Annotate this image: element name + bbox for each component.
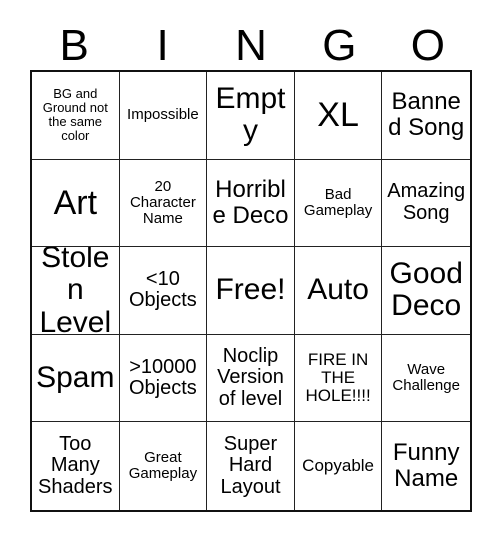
bingo-cell[interactable]: Great Gameplay <box>119 422 208 510</box>
bingo-cell-label: >10000 Objects <box>128 355 197 400</box>
bingo-cell[interactable]: Art <box>32 159 120 248</box>
bingo-cell[interactable]: Empty <box>207 72 295 160</box>
bingo-cell-label: XL <box>317 95 359 134</box>
bingo-cell[interactable]: Too Many Shaders <box>32 422 120 510</box>
bingo-cell-label: Stolen Level <box>39 247 112 335</box>
bingo-card: B I N G O BG and Ground not the same col… <box>0 0 500 544</box>
bingo-cell[interactable]: Banned Song <box>382 72 470 160</box>
bingo-cell[interactable]: Auto <box>294 247 383 335</box>
bingo-cell-free[interactable]: Free! <box>207 247 295 335</box>
bingo-cell[interactable]: Impossible <box>119 72 208 160</box>
bingo-cell-label: Too Many Shaders <box>38 432 113 498</box>
bingo-cell[interactable]: Copyable <box>294 422 383 510</box>
bingo-cell[interactable]: Amazing Song <box>382 159 470 248</box>
bingo-cell[interactable]: XL <box>294 72 383 160</box>
bingo-cell-label: Free! <box>215 273 286 307</box>
bingo-cell-label: Super Hard Layout <box>220 432 281 498</box>
bingo-cell-label: Empty <box>215 81 286 148</box>
bingo-cell[interactable]: Bad Gameplay <box>294 159 383 248</box>
bingo-cell[interactable]: >10000 Objects <box>119 334 208 423</box>
bingo-cell-label: BG and Ground not the same color <box>42 86 108 144</box>
bingo-cell-label: Horrible Deco <box>212 175 289 229</box>
header-letter-o: O <box>410 21 445 70</box>
bingo-cell-label: Wave Challenge <box>392 360 460 395</box>
bingo-cell[interactable]: BG and Ground not the same color <box>32 72 120 160</box>
bingo-cell[interactable]: Wave Challenge <box>382 334 470 423</box>
bingo-cell[interactable]: Super Hard Layout <box>207 422 295 510</box>
bingo-cell-label: Funny Name <box>392 439 460 493</box>
bingo-cell-label: <10 Objects <box>128 267 197 312</box>
bingo-grid: BG and Ground not the same color Impossi… <box>30 70 472 512</box>
bingo-cell-label: Amazing Song <box>387 180 466 224</box>
bingo-cell-label: Noclip Version of level <box>217 344 284 410</box>
header-letter-g: G <box>322 21 357 70</box>
bingo-cell-label: Good Deco <box>389 257 463 323</box>
bingo-cell-label: Copyable <box>302 456 374 475</box>
bingo-cell[interactable]: Noclip Version of level <box>207 334 295 423</box>
bingo-cell[interactable]: Good Deco <box>382 247 470 335</box>
bingo-cell-label: Impossible <box>127 106 199 124</box>
bingo-header: B I N G O <box>30 12 472 70</box>
header-letter-n: N <box>235 21 267 70</box>
bingo-cell-label: Spam <box>36 360 115 394</box>
bingo-cell-label: FIRE IN THE HOLE!!!! <box>305 349 371 406</box>
bingo-cell[interactable]: FIRE IN THE HOLE!!!! <box>294 334 383 423</box>
bingo-cell[interactable]: 20 Character Name <box>119 159 208 248</box>
bingo-cell-label: Art <box>53 183 98 222</box>
bingo-cell-label: Bad Gameplay <box>303 185 373 219</box>
bingo-cell[interactable]: Funny Name <box>382 422 470 510</box>
bingo-cell[interactable]: Stolen Level <box>32 247 120 335</box>
bingo-cell[interactable]: <10 Objects <box>119 247 208 335</box>
bingo-cell-label: Banned Song <box>388 88 465 142</box>
bingo-cell[interactable]: Spam <box>32 334 120 423</box>
header-letter-b: B <box>59 21 89 70</box>
bingo-cell-label: Auto <box>307 273 369 307</box>
bingo-cell-label: 20 Character Name <box>129 177 196 227</box>
bingo-cell[interactable]: Horrible Deco <box>207 159 295 248</box>
bingo-cell-label: Great Gameplay <box>128 449 198 483</box>
header-letter-i: I <box>156 21 169 70</box>
